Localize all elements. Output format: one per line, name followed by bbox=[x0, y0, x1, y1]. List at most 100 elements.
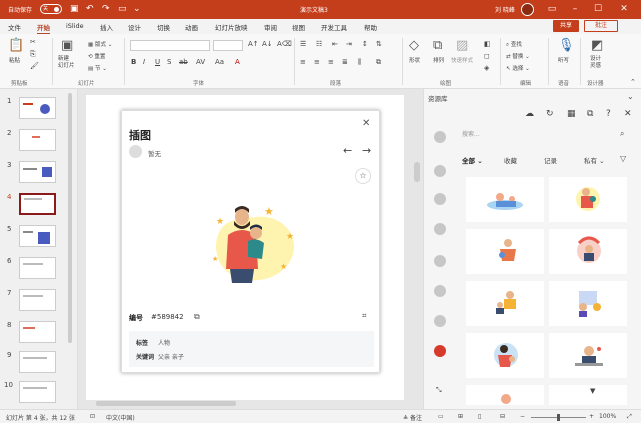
slide-thumbnail[interactable] bbox=[19, 321, 56, 343]
find-button[interactable]: ⌕ 查找 bbox=[506, 40, 522, 49]
italic-button[interactable]: I bbox=[143, 58, 145, 66]
font-color-button[interactable]: A bbox=[235, 58, 240, 66]
illustration-card[interactable] bbox=[549, 385, 627, 405]
align-center-icon[interactable]: ≡ bbox=[314, 58, 320, 66]
rail-chart-icon[interactable] bbox=[434, 255, 446, 267]
line-spacing-icon[interactable]: ↕ bbox=[362, 40, 368, 48]
numbering-icon[interactable]: ☷ bbox=[316, 40, 322, 48]
menu-slideshow[interactable]: 幻灯片放映 bbox=[215, 22, 248, 32]
illustration-card[interactable] bbox=[466, 177, 544, 222]
designer-label[interactable]: 设计 灵感 bbox=[590, 56, 601, 70]
section-button[interactable]: ▤ 节 ⌄ bbox=[88, 64, 107, 72]
slide-thumbnail-active[interactable] bbox=[19, 193, 56, 215]
slide-thumbnail[interactable] bbox=[19, 289, 56, 311]
slide-thumbnail[interactable] bbox=[19, 97, 56, 119]
window-icon[interactable]: ⧉ bbox=[587, 109, 593, 119]
reading-view-icon[interactable]: ▯ bbox=[478, 413, 481, 420]
arrange-icon[interactable]: ⧉ bbox=[433, 38, 442, 53]
new-slide-label[interactable]: 新建 幻灯片 bbox=[58, 56, 75, 70]
canvas-horizontal-scrollbar[interactable] bbox=[96, 401, 236, 406]
rail-color-icon[interactable] bbox=[434, 193, 446, 205]
tags-value[interactable]: 人物 bbox=[158, 338, 170, 347]
shadow-button[interactable]: S bbox=[167, 58, 171, 66]
paste-label[interactable]: 粘贴 bbox=[9, 56, 20, 64]
redo-icon[interactable]: ↷ bbox=[102, 3, 110, 15]
share-button[interactable]: 共享 bbox=[553, 20, 579, 32]
qat-more-icon[interactable]: ⌄ bbox=[133, 3, 141, 15]
align-left-icon[interactable]: ≡ bbox=[300, 58, 306, 66]
designer-icon[interactable]: ◩ bbox=[591, 38, 603, 53]
scroll-down-icon[interactable]: ▼ bbox=[590, 387, 595, 395]
refresh-icon[interactable]: ↻ bbox=[546, 109, 554, 119]
panel-menu-icon[interactable]: ⌄ bbox=[627, 92, 634, 101]
rail-diagram-icon[interactable] bbox=[434, 165, 446, 177]
clear-format-icon[interactable]: A⌫ bbox=[277, 40, 292, 48]
minimize-button[interactable]: – bbox=[568, 1, 582, 17]
slide-thumbnail[interactable] bbox=[19, 257, 56, 279]
decrease-font-icon[interactable]: A↓ bbox=[262, 40, 273, 48]
next-arrow-icon[interactable]: → bbox=[362, 144, 371, 157]
quick-style-label[interactable]: 快速样式 bbox=[451, 56, 473, 64]
quick-style-icon[interactable]: ▨ bbox=[456, 38, 468, 53]
fit-slide-icon[interactable]: ⤢ bbox=[627, 413, 632, 421]
slide-thumbnail[interactable] bbox=[19, 225, 56, 247]
bullets-icon[interactable]: ☰ bbox=[300, 40, 306, 48]
copy-icon[interactable]: ⎘ bbox=[30, 50, 36, 59]
comment-button[interactable]: 批注 bbox=[584, 20, 618, 32]
language-status[interactable]: 中文(中国) bbox=[106, 413, 135, 422]
menu-view[interactable]: 视图 bbox=[292, 22, 305, 32]
menu-developer[interactable]: 开发工具 bbox=[321, 22, 347, 32]
slide-thumbnail[interactable] bbox=[19, 161, 56, 183]
rail-expand-icon[interactable]: ⤡ bbox=[436, 386, 442, 395]
panel-close-icon[interactable]: ✕ bbox=[624, 109, 632, 119]
present-icon[interactable]: ▭ bbox=[118, 3, 127, 15]
dialog-close-icon[interactable]: ✕ bbox=[362, 118, 370, 129]
search-icon[interactable]: ⌕ bbox=[620, 129, 624, 139]
save-icon[interactable]: ▣ bbox=[70, 3, 79, 15]
zoom-out-icon[interactable]: − bbox=[520, 413, 525, 420]
shape-icon[interactable]: ◇ bbox=[409, 38, 419, 53]
copy-code-icon[interactable]: ⧉ bbox=[194, 312, 200, 322]
undo-icon[interactable]: ↶ bbox=[86, 3, 94, 15]
menu-islide[interactable]: iSlide bbox=[66, 22, 84, 30]
notes-button[interactable]: ≜ 备注 bbox=[403, 413, 422, 422]
columns-icon[interactable]: ⫼ bbox=[358, 58, 361, 67]
dictate-label[interactable]: 听写 bbox=[558, 56, 569, 64]
collapse-ribbon-icon[interactable]: ⌃ bbox=[630, 78, 636, 86]
tab-favorites[interactable]: 收藏 bbox=[504, 155, 517, 165]
menu-transitions[interactable]: 切换 bbox=[157, 22, 170, 32]
menu-animations[interactable]: 动画 bbox=[185, 22, 198, 32]
change-case-button[interactable]: Aa bbox=[215, 58, 224, 66]
menu-file[interactable]: 文件 bbox=[8, 22, 21, 32]
thumbnail-scrollbar[interactable] bbox=[68, 93, 72, 343]
zoom-in-icon[interactable]: + bbox=[589, 413, 594, 420]
font-size-input[interactable] bbox=[213, 40, 243, 51]
slideshow-icon[interactable]: ⊟ bbox=[500, 413, 505, 420]
rail-icon-library-icon[interactable] bbox=[434, 223, 446, 235]
rail-template-icon[interactable] bbox=[434, 131, 446, 143]
close-button[interactable]: ✕ bbox=[617, 1, 631, 17]
increase-indent-icon[interactable]: ⇥ bbox=[346, 40, 352, 48]
arrange-label[interactable]: 排列 bbox=[433, 56, 444, 64]
tab-all[interactable]: 全部 ⌄ bbox=[462, 155, 483, 165]
bold-button[interactable]: B bbox=[131, 58, 136, 66]
zoom-level[interactable]: 100% bbox=[599, 413, 616, 420]
reset-button[interactable]: ⟲ 重置 bbox=[88, 52, 105, 60]
accessibility-icon[interactable]: ⊡ bbox=[90, 413, 95, 420]
paste-icon[interactable]: 📋 bbox=[8, 38, 24, 53]
help-icon[interactable]: ? bbox=[606, 109, 611, 119]
illustration-card[interactable] bbox=[549, 333, 627, 378]
canvas-vertical-scrollbar[interactable] bbox=[414, 162, 420, 182]
menu-design[interactable]: 设计 bbox=[128, 22, 141, 32]
rail-compass-icon[interactable] bbox=[434, 285, 446, 297]
ribbon-display-icon[interactable]: ▭ bbox=[545, 1, 559, 17]
keywords-value[interactable]: 父亲 亲子 bbox=[158, 352, 184, 361]
maximize-button[interactable]: ☐ bbox=[591, 1, 605, 17]
autosave-toggle[interactable]: 关 bbox=[40, 4, 62, 14]
menu-help[interactable]: 帮助 bbox=[364, 22, 377, 32]
illustration-card[interactable] bbox=[549, 229, 627, 274]
filter-icon[interactable]: ▽ bbox=[620, 154, 626, 163]
layout-button[interactable]: ▦ 版式 ⌄ bbox=[88, 40, 112, 48]
previous-arrow-icon[interactable]: ← bbox=[343, 144, 352, 157]
slide-sorter-icon[interactable]: ⊞ bbox=[458, 413, 463, 420]
